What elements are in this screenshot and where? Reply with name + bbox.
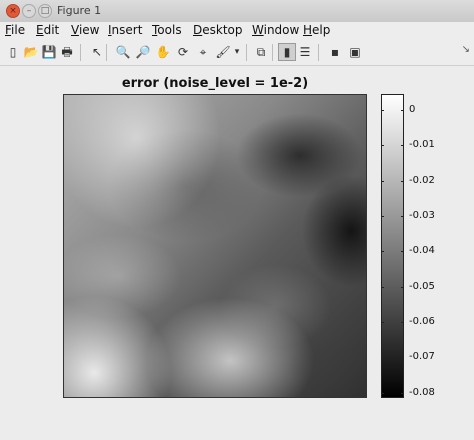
- menu-bar: File Edit View Insert Tools Desktop Window Help: [0, 22, 474, 40]
- print-icon[interactable]: 🖶: [58, 43, 76, 61]
- window-close-button[interactable]: ×: [6, 4, 20, 18]
- colorbar-tick-label: -0.03: [409, 210, 435, 221]
- data-cursor-icon[interactable]: ⌖: [194, 43, 212, 61]
- colorbar-tick-mark: [381, 145, 384, 146]
- toolbar-separator: [106, 44, 107, 61]
- colorbar-tick-mark: [401, 181, 404, 182]
- open-file-icon[interactable]: 📂: [22, 43, 40, 61]
- toolbar-separator: [272, 44, 273, 61]
- error-image: [63, 94, 367, 398]
- window-title: Figure 1: [57, 4, 102, 17]
- colorbar-tick-mark: [401, 393, 404, 394]
- window-maximize-button[interactable]: □: [38, 4, 52, 18]
- colorbar-tick-label: -0.07: [409, 351, 435, 362]
- new-figure-icon[interactable]: ▯: [4, 43, 22, 61]
- colorbar-tick-mark: [381, 322, 384, 323]
- window-minimize-button[interactable]: –: [22, 4, 36, 18]
- colorbar-tick-mark: [381, 287, 384, 288]
- colorbar-tick-mark: [401, 216, 404, 217]
- colorbar-tick-mark: [401, 110, 404, 111]
- colorbar-tick-mark: [401, 357, 404, 358]
- colorbar-tick-mark: [381, 393, 384, 394]
- colorbar-tick-mark: [401, 145, 404, 146]
- colorbar-tick-label: -0.02: [409, 175, 435, 186]
- dock-arrow-icon[interactable]: ↘: [462, 44, 470, 55]
- colorbar-tick-label: -0.08: [409, 387, 435, 398]
- zoom-out-icon[interactable]: 🔎: [134, 43, 152, 61]
- menu-desktop[interactable]: Desktop: [193, 23, 243, 37]
- zoom-in-icon[interactable]: 🔍: [114, 43, 132, 61]
- menu-view[interactable]: View: [71, 23, 99, 37]
- colorbar-tick-mark: [381, 181, 384, 182]
- colorbar-tick-mark: [401, 251, 404, 252]
- save-icon[interactable]: 💾: [40, 43, 58, 61]
- menu-insert[interactable]: Insert: [108, 23, 142, 37]
- figure-toolbar: ▯ 📂 💾 🖶 ↖ 🔍 🔎 ✋ ⟳ ⌖ 🖌 ▾ ⧉ ▮ ☰ ▪ ▣: [0, 40, 474, 66]
- brush-icon[interactable]: 🖌: [214, 43, 232, 61]
- menu-edit[interactable]: Edit: [36, 23, 59, 37]
- colorbar-tick-label: -0.05: [409, 281, 435, 292]
- link-plot-icon[interactable]: ⧉: [252, 43, 270, 61]
- show-plot-tools-icon[interactable]: ▣: [346, 43, 364, 61]
- colorbar-tick-mark: [381, 357, 384, 358]
- colorbar: [381, 94, 404, 398]
- pan-hand-icon[interactable]: ✋: [154, 43, 172, 61]
- toolbar-separator: [246, 44, 247, 61]
- colorbar-tick-mark: [401, 322, 404, 323]
- colorbar-tick-label: -0.01: [409, 139, 435, 150]
- menu-window[interactable]: Window: [252, 23, 299, 37]
- menu-help[interactable]: Help: [303, 23, 330, 37]
- toolbar-separator: [80, 44, 81, 61]
- axes-title: error (noise_level = 1e-2): [121, 76, 309, 91]
- colorbar-tick-label: -0.06: [409, 316, 435, 327]
- colorbar-tick-label: 0: [409, 104, 416, 115]
- menu-tools[interactable]: Tools: [152, 23, 182, 37]
- rotate-3d-icon[interactable]: ⟳: [174, 43, 192, 61]
- insert-legend-icon[interactable]: ☰: [296, 43, 314, 61]
- toolbar-separator: [318, 44, 319, 61]
- edit-plot-arrow-icon[interactable]: ↖: [88, 43, 106, 61]
- colorbar-tick-label: -0.04: [409, 245, 435, 256]
- colorbar-tick-mark: [401, 287, 404, 288]
- brush-dropdown-icon[interactable]: ▾: [232, 43, 242, 61]
- hide-plot-tools-icon[interactable]: ▪: [326, 43, 344, 61]
- colorbar-tick-mark: [381, 216, 384, 217]
- colorbar-tick-mark: [381, 110, 384, 111]
- colorbar-tick-mark: [381, 251, 384, 252]
- insert-colorbar-icon[interactable]: ▮: [278, 43, 296, 61]
- window-titlebar: × – □ Figure 1: [0, 0, 474, 23]
- menu-file[interactable]: File: [5, 23, 25, 37]
